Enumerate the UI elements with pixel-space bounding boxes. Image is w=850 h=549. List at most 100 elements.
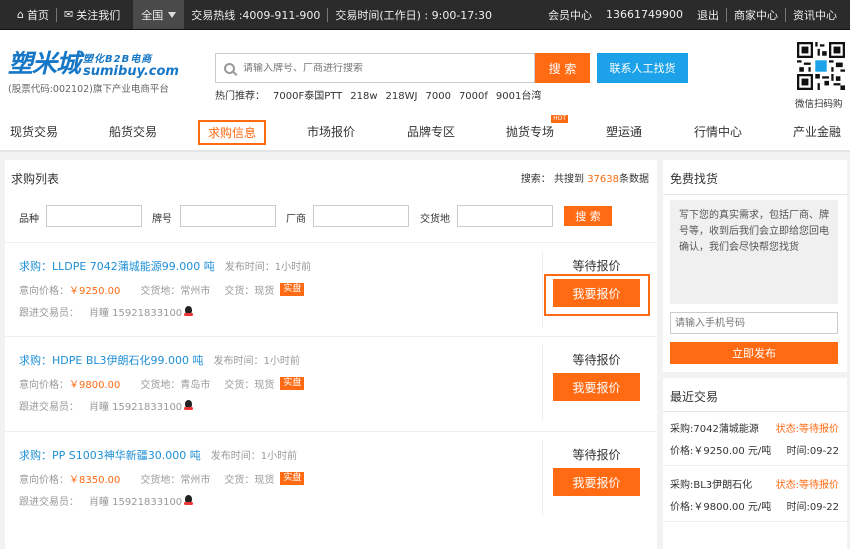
divider	[663, 194, 847, 195]
real-order-badge: 实盘	[280, 472, 305, 485]
purchase-item-title[interactable]: 求购：LLDPE 7042蒲城能源99.000 吨发布时间：1小时前	[19, 258, 311, 274]
logo-domain: sumibuy.com	[83, 64, 179, 79]
logout-link[interactable]: 退出	[690, 0, 726, 29]
filter-maker-input[interactable]	[313, 205, 409, 227]
purchase-item-title[interactable]: 求购：PP S1003神华新疆30.000 吨发布时间：1小时前	[19, 447, 297, 463]
quote-button[interactable]: 我要报价	[553, 468, 640, 496]
search-box[interactable]	[215, 53, 535, 83]
nav-item-market-center[interactable]: 行情中心	[694, 123, 742, 140]
home-icon: ⌂	[17, 8, 24, 21]
nav-item-brand[interactable]: 品牌专区	[407, 123, 455, 140]
quote-button[interactable]: 我要报价	[553, 373, 640, 401]
recent-trade-item[interactable]: 采购:BL3伊朗石化 状态:等待报价 价格:￥9800.00 元/吨 时间:09…	[663, 468, 847, 522]
purchase-item-title[interactable]: 求购：HDPE BL3伊朗石化99.000 吨发布时间：1小时前	[19, 352, 300, 368]
filter-maker-label: 厂商	[286, 214, 306, 225]
filter-grade-input[interactable]	[46, 205, 142, 227]
qr-label: 微信扫码购	[795, 99, 843, 110]
qq-icon[interactable]	[184, 306, 194, 317]
nav-item-spot[interactable]: 现货交易	[10, 123, 58, 140]
merchant-center-link[interactable]: 商家中心	[727, 0, 785, 29]
hot-label: 热门推荐：	[215, 91, 265, 102]
filter-grade-label: 品种	[19, 214, 39, 225]
real-order-badge: 实盘	[280, 283, 305, 296]
purchase-item: 求购：HDPE BL3伊朗石化99.000 吨发布时间：1小时前 意向价格： ￥9…	[5, 336, 657, 431]
quote-status: 等待报价	[572, 259, 621, 273]
publish-time: 发布时间：1小时前	[224, 262, 312, 273]
site-header: 塑米城 塑化B2B电商 sumibuy.com (股票代码:002102)旗下产…	[0, 30, 850, 114]
highlight-box	[544, 274, 650, 316]
purchase-item: 求购：PP S1003神华新疆30.000 吨发布时间：1小时前 意向价格： ￥8…	[5, 431, 657, 526]
filter-search-button[interactable]: 搜 索	[564, 206, 612, 226]
trader-contact: 肖瞳 15921833100	[89, 308, 183, 319]
site-logo[interactable]: 塑米城 塑化B2B电商 sumibuy.com (股票代码:002102)旗下产…	[8, 49, 188, 96]
hot-item[interactable]: 9001台湾	[496, 91, 541, 102]
nav-item-purchase[interactable]: 求购信息	[198, 120, 267, 145]
phone-input[interactable]	[670, 312, 838, 334]
filter-place-label: 交货地	[420, 214, 450, 225]
wechat-qr-code	[797, 42, 845, 90]
publish-time: 发布时间：1小时前	[210, 451, 298, 462]
trade-time: 时间:09-22	[786, 502, 839, 513]
delivery-type: 交货：现货	[224, 380, 275, 391]
publish-now-button[interactable]: 立即发布	[670, 342, 838, 364]
hot-item[interactable]: 218WJ	[386, 91, 418, 102]
search-button[interactable]: 搜 索	[535, 53, 590, 83]
qq-icon[interactable]	[184, 495, 194, 506]
hot-item[interactable]: 7000f	[459, 91, 488, 102]
hot-item[interactable]: 218w	[350, 91, 377, 102]
qq-icon[interactable]	[184, 400, 194, 411]
nav-item-clearance[interactable]: 抛货专场 HOT	[506, 115, 569, 140]
top-bar: ⌂ 首页 ✉ 关注我们 全国 交易热线 :4009-911-900 交易时间(工作日…	[0, 0, 850, 30]
intended-price: ￥9250.00	[69, 286, 121, 297]
hot-recommendations: 热门推荐： 7000F泰国PTT 218w 218WJ 7000 7000f 9001台湾	[215, 87, 549, 102]
follow-link[interactable]: ✉ 关注我们	[57, 0, 127, 29]
trade-name: 采购:7042蒲城能源	[670, 424, 759, 435]
trader-contact: 肖瞳 15921833100	[89, 497, 183, 508]
trader-info: 跟进交易员： 肖瞳 15921833100	[19, 493, 194, 508]
region-select[interactable]: 全国	[133, 0, 185, 29]
recent-trade-item[interactable]: 采购:7042蒲城能源 状态:等待报价 价格:￥9250.00 元/吨 时间:0…	[663, 412, 847, 466]
hot-badge: HOT	[551, 115, 569, 123]
purchase-item-details: 意向价格： ￥8350.00 交货地：常州市 交货：现货 实盘	[19, 471, 305, 486]
trade-name: 采购:BL3伊朗石化	[670, 480, 753, 491]
trader-contact: 肖瞳 15921833100	[89, 402, 183, 413]
nav-item-market-quote[interactable]: 市场报价	[307, 123, 355, 140]
divider	[542, 345, 543, 421]
home-link[interactable]: ⌂ 首页	[10, 0, 56, 29]
chevron-down-icon	[168, 11, 177, 18]
result-count: 搜索： 共搜到 37638条数据	[520, 174, 649, 185]
nav-item-ship[interactable]: 船货交易	[109, 123, 157, 140]
purchase-item: 求购：LLDPE 7042蒲城能源99.000 吨发布时间：1小时前 意向价格：…	[5, 242, 657, 337]
trader-info: 跟进交易员： 肖瞳 15921833100	[19, 304, 194, 319]
filter-brand-label: 牌号	[152, 214, 172, 225]
delivery-place: 交货地：青岛市	[140, 380, 211, 391]
delivery-place: 交货地：常州市	[140, 475, 211, 486]
chat-icon: ✉	[63, 8, 74, 21]
nav-item-finance[interactable]: 产业金融	[793, 123, 841, 140]
user-phone[interactable]: 13661749900	[599, 0, 690, 29]
logo-subtitle: (股票代码:002102)旗下产业电商平台	[8, 84, 169, 95]
member-center-link[interactable]: 会员中心	[541, 0, 599, 29]
recent-trades-panel: 最近交易 采购:7042蒲城能源 状态:等待报价 价格:￥9250.00 元/吨…	[663, 378, 847, 549]
nav-item-logistics[interactable]: 塑运通	[606, 123, 642, 140]
free-find-note: 写下您的真实需求，包括厂商、牌号等，收到后我们会立即给您回电确认，我们会尽快帮您…	[670, 200, 838, 304]
news-center-link[interactable]: 资讯中心	[786, 0, 844, 29]
contact-agent-button[interactable]: 联系人工找货	[597, 53, 688, 83]
filter-place-input[interactable]	[457, 205, 553, 227]
main-nav: 现货交易 船货交易 求购信息 市场报价 品牌专区 抛货专场 HOT 塑运通 行情…	[0, 114, 850, 152]
logo-main-text: 塑米城	[8, 49, 81, 78]
filter-brand-input[interactable]	[180, 205, 276, 227]
search-icon	[224, 62, 235, 74]
search-input[interactable]	[243, 62, 534, 74]
purchase-list-panel: 求购列表 搜索： 共搜到 37638条数据 品种 牌号 厂商 交货地 搜 索 求…	[5, 160, 657, 549]
delivery-type: 交货：现货	[224, 475, 275, 486]
hot-item[interactable]: 7000	[425, 91, 450, 102]
real-order-badge: 实盘	[280, 377, 305, 390]
publish-time: 发布时间：1小时前	[213, 356, 300, 367]
trader-info: 跟进交易员： 肖瞳 15921833100	[19, 398, 194, 413]
hot-item[interactable]: 7000F泰国PTT	[273, 91, 342, 102]
result-count-number: 37638	[587, 174, 619, 185]
hours-text: 交易时间(工作日) : 9:00-17:30	[335, 8, 492, 22]
trade-status: 状态:等待报价	[775, 424, 839, 435]
intended-price: ￥9800.00	[69, 380, 121, 391]
